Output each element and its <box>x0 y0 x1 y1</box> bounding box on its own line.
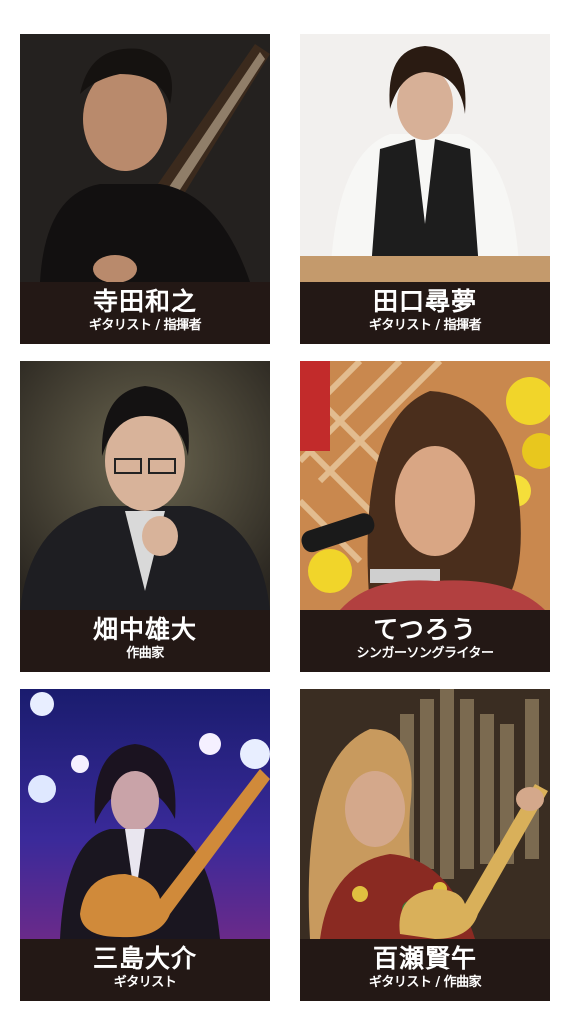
profile-caption: 寺田和之 ギタリスト / 指揮者 <box>20 282 270 344</box>
profile-role: ギタリスト / 指揮者 <box>368 318 482 333</box>
profile-card: 百瀬賢午 ギタリスト / 作曲家 <box>300 689 550 1001</box>
profile-card: 畑中雄大 作曲家 <box>20 361 270 672</box>
profile-name: 田口尋夢 <box>372 287 477 316</box>
profile-role: ギタリスト / 作曲家 <box>368 975 482 990</box>
profile-photo-composer <box>20 361 270 610</box>
profile-card: 三島大介 ギタリスト <box>20 689 270 1001</box>
profile-photo-guitarist-stage <box>20 689 270 939</box>
profile-caption: 田口尋夢 ギタリスト / 指揮者 <box>300 282 550 344</box>
profile-caption: 百瀬賢午 ギタリスト / 作曲家 <box>300 939 550 1001</box>
profile-caption: てつろう シンガーソングライター <box>300 610 550 672</box>
profile-caption: 三島大介 ギタリスト <box>20 939 270 1001</box>
profile-name: 畑中雄大 <box>92 615 197 644</box>
profile-card: 寺田和之 ギタリスト / 指揮者 <box>20 34 270 344</box>
profile-photo-guitarist-classical <box>20 34 270 282</box>
profile-name: 三島大介 <box>92 944 197 973</box>
profile-name: 寺田和之 <box>92 287 197 316</box>
profile-role: シンガーソングライター <box>356 646 494 661</box>
profile-name: 百瀬賢午 <box>372 944 477 973</box>
profile-card: てつろう シンガーソングライター <box>300 361 550 672</box>
profile-card: 田口尋夢 ギタリスト / 指揮者 <box>300 34 550 344</box>
profile-photo-guitarist-vest <box>300 34 550 282</box>
profile-grid: 寺田和之 ギタリスト / 指揮者 田口尋夢 ギタリスト / 指揮者 畑中雄大 作… <box>0 0 569 1024</box>
profile-role: 作曲家 <box>126 646 164 661</box>
profile-photo-singer <box>300 361 550 610</box>
profile-caption: 畑中雄大 作曲家 <box>20 610 270 672</box>
profile-photo-guitarist-composer <box>300 689 550 939</box>
profile-name: てつろう <box>373 615 477 644</box>
profile-role: ギタリスト <box>113 975 177 990</box>
profile-role: ギタリスト / 指揮者 <box>88 318 202 333</box>
